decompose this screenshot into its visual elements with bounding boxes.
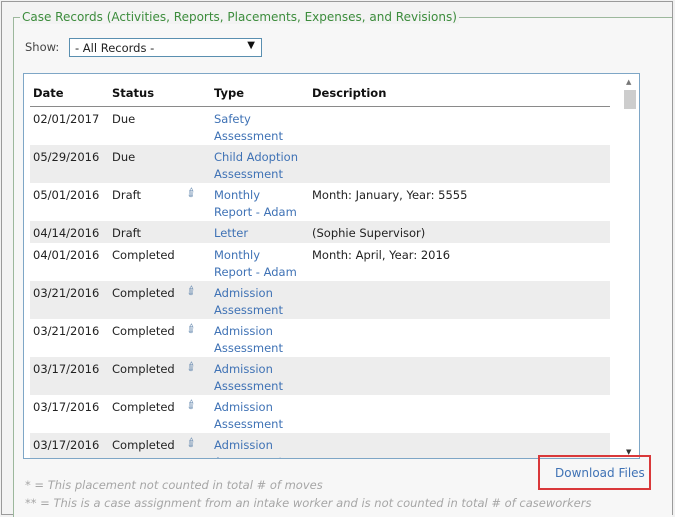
row-type-line[interactable]: Monthly — [214, 187, 314, 204]
row-type-line[interactable]: Safety — [214, 111, 314, 128]
row-status: Draft — [112, 226, 141, 240]
row-description: (Sophie Supervisor) — [312, 226, 426, 240]
header-status: Status — [112, 86, 155, 100]
paperclip-icon[interactable]: ✐ — [183, 358, 202, 377]
table-row: 03/17/2016 Completed ✐ AdmissionAssessment — [30, 433, 610, 458]
row-type-line[interactable]: Admission — [214, 437, 314, 454]
row-description: Month: January, Year: 5555 — [312, 188, 468, 202]
row-type-link[interactable]: AdmissionAssessment — [214, 399, 314, 433]
row-status: Due — [112, 150, 136, 164]
row-date: 03/17/2016 — [33, 438, 100, 452]
row-type-link[interactable]: AdmissionAssessment — [214, 437, 314, 458]
row-status: Completed — [112, 400, 175, 414]
header-type: Type — [214, 86, 245, 100]
header-description: Description — [312, 86, 387, 100]
scrollbar-thumb[interactable] — [624, 90, 636, 109]
row-type-link[interactable]: Child Adoption Assessment — [214, 149, 314, 183]
row-type-line[interactable]: Assessment — [214, 166, 314, 183]
footnote-caseworkers: ** = This is a case assignment from an i… — [25, 496, 592, 510]
row-type-line[interactable]: Monthly — [214, 247, 314, 264]
record-filter-value: - All Records - — [75, 41, 155, 55]
paperclip-icon[interactable]: ✐ — [183, 434, 202, 453]
download-files-link[interactable]: Download Files — [555, 466, 645, 480]
row-date: 03/21/2016 — [33, 286, 100, 300]
row-type-line[interactable]: Report - Adam — [214, 264, 314, 281]
row-type-link[interactable]: Monthly Report - Adam — [214, 187, 314, 221]
vertical-scrollbar[interactable]: ▲ ▼ — [622, 75, 638, 458]
records-panel[interactable]: Date Status Type Description 02/01/2017 D… — [23, 73, 640, 459]
row-status: Draft — [112, 188, 141, 202]
table-row: 03/21/2016 Completed ✐ Admission Assessment — [30, 281, 610, 319]
row-status: Completed — [112, 324, 175, 338]
row-type-line[interactable]: Assessment — [214, 416, 314, 433]
section-legend: Case Records (Activities, Reports, Place… — [20, 10, 459, 24]
row-type-line[interactable]: Admission — [214, 323, 314, 340]
table-body: 02/01/2017 Due Safety Assessment 05/29/2016 D… — [30, 107, 610, 458]
row-type-line[interactable]: Assessment — [214, 340, 314, 357]
table-row: 03/17/2016 Completed ✐ AdmissionAssessment — [30, 395, 610, 433]
table-row: 04/14/2016 Draft Letter (Sophie Supervisor) — [30, 221, 610, 243]
row-status: Completed — [112, 286, 175, 300]
triangle-down-icon: ▼ — [247, 40, 255, 51]
row-type-link[interactable]: AdmissionAssessment — [214, 285, 314, 319]
row-type-line[interactable]: Letter — [214, 225, 314, 242]
records-table: Date Status Type Description 02/01/2017 D… — [30, 74, 610, 458]
row-type-link[interactable]: Monthly Report - Adam — [214, 247, 314, 281]
row-date: 04/01/2016 — [33, 248, 100, 262]
row-type-line[interactable]: Report - Adam — [214, 204, 314, 221]
row-type-line[interactable]: Child Adoption — [214, 149, 314, 166]
row-type-line[interactable]: Assessment — [214, 128, 314, 145]
row-type-line[interactable]: Assessment — [214, 454, 314, 458]
row-status: Due — [112, 112, 136, 126]
row-date: 05/01/2016 — [33, 188, 100, 202]
row-type-link[interactable]: Safety Assessment — [214, 111, 314, 145]
row-type-line[interactable]: Admission — [214, 285, 314, 302]
row-status: Completed — [112, 362, 175, 376]
table-row: 05/01/2016 Draft ✐ Monthly Report - Adam Mont… — [30, 183, 610, 221]
paperclip-icon[interactable]: ✐ — [183, 396, 202, 415]
footnote-moves: * = This placement not counted in total … — [25, 478, 323, 492]
paperclip-icon[interactable]: ✐ — [183, 282, 202, 301]
table-row: 02/01/2017 Due Safety Assessment — [30, 107, 610, 145]
table-header: Date Status Type Description — [30, 74, 610, 107]
header-date: Date — [33, 86, 64, 100]
row-type-link[interactable]: AdmissionAssessment — [214, 361, 314, 395]
filter-label: Show: — [25, 40, 60, 54]
row-date: 03/21/2016 — [33, 324, 100, 338]
row-type-link[interactable]: Letter — [214, 225, 314, 242]
record-filter-select[interactable]: - All Records - ▼ — [69, 38, 262, 57]
row-date: 03/17/2016 — [33, 400, 100, 414]
row-status: Completed — [112, 438, 175, 452]
paperclip-icon[interactable]: ✐ — [183, 184, 202, 203]
row-description: Month: April, Year: 2016 — [312, 248, 451, 262]
row-date: 05/29/2016 — [33, 150, 100, 164]
table-row: 04/01/2016 Completed Monthly Report - Adam M… — [30, 243, 610, 281]
row-date: 03/17/2016 — [33, 362, 100, 376]
scroll-up-arrow-icon[interactable]: ▲ — [626, 78, 631, 86]
row-type-link[interactable]: AdmissionAssessment — [214, 323, 314, 357]
table-row: 03/17/2016 Completed ✐ AdmissionAssessment — [30, 357, 610, 395]
row-type-line[interactable]: Assessment — [214, 302, 314, 319]
row-type-line[interactable]: Admission — [214, 399, 314, 416]
paperclip-icon[interactable]: ✐ — [183, 320, 202, 339]
row-date: 04/14/2016 — [33, 226, 100, 240]
row-status: Completed — [112, 248, 175, 262]
row-type-line[interactable]: Assessment — [214, 378, 314, 395]
row-type-line[interactable]: Admission — [214, 361, 314, 378]
table-row: 05/29/2016 Due Child Adoption Assessment — [30, 145, 610, 183]
row-date: 02/01/2017 — [33, 112, 100, 126]
table-row: 03/21/2016 Completed ✐ Admission Assessment — [30, 319, 610, 357]
